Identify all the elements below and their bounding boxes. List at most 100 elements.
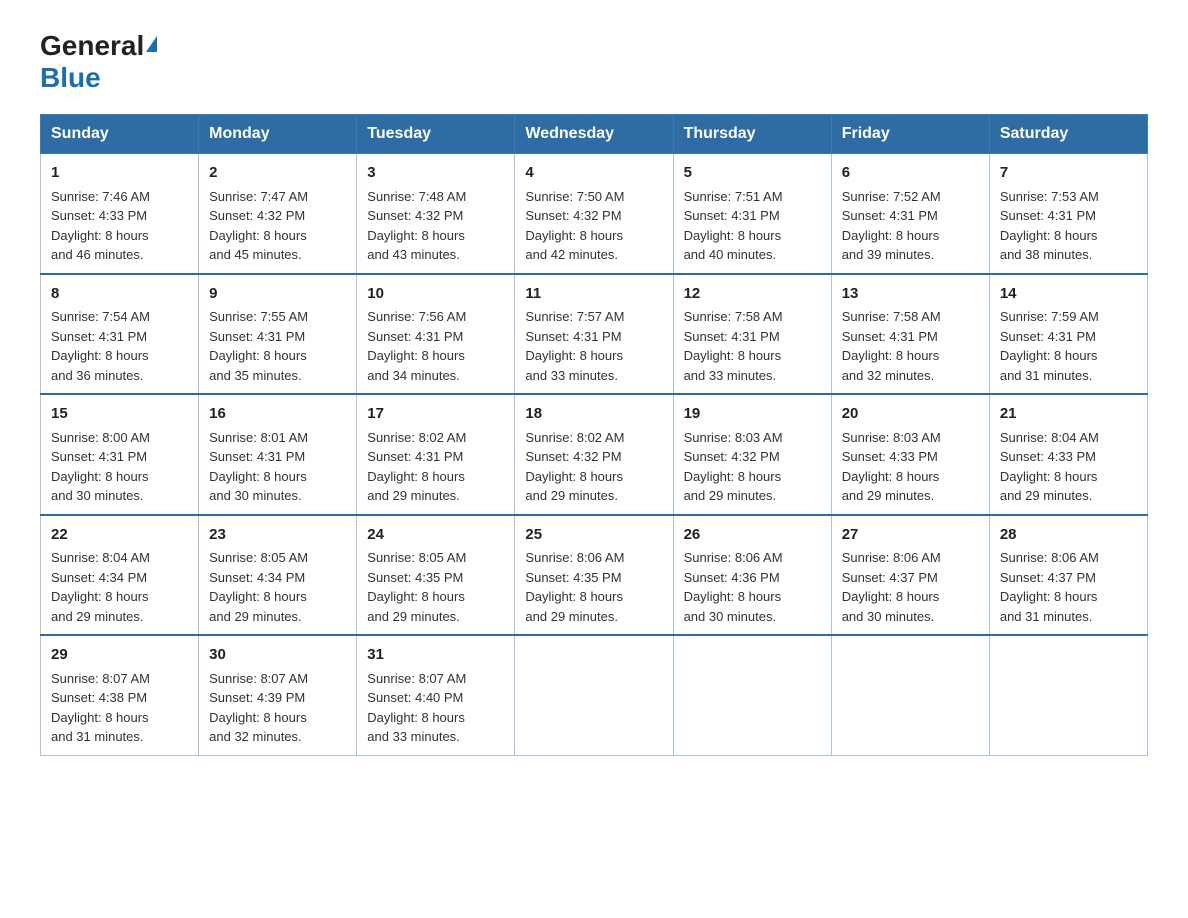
day-info: Sunrise: 7:47 AMSunset: 4:32 PMDaylight:… xyxy=(209,189,308,263)
calendar-cell: 24 Sunrise: 8:05 AMSunset: 4:35 PMDaylig… xyxy=(357,515,515,636)
day-number: 21 xyxy=(1000,403,1137,426)
day-info: Sunrise: 8:03 AMSunset: 4:33 PMDaylight:… xyxy=(842,430,941,504)
day-number: 28 xyxy=(1000,524,1137,547)
day-number: 18 xyxy=(525,403,662,426)
calendar-cell: 4 Sunrise: 7:50 AMSunset: 4:32 PMDayligh… xyxy=(515,154,673,274)
day-number: 20 xyxy=(842,403,979,426)
day-number: 25 xyxy=(525,524,662,547)
calendar-cell: 30 Sunrise: 8:07 AMSunset: 4:39 PMDaylig… xyxy=(199,635,357,755)
day-number: 16 xyxy=(209,403,346,426)
calendar-cell: 7 Sunrise: 7:53 AMSunset: 4:31 PMDayligh… xyxy=(989,154,1147,274)
calendar-cell: 28 Sunrise: 8:06 AMSunset: 4:37 PMDaylig… xyxy=(989,515,1147,636)
day-number: 24 xyxy=(367,524,504,547)
day-info: Sunrise: 7:58 AMSunset: 4:31 PMDaylight:… xyxy=(684,309,783,383)
day-info: Sunrise: 8:06 AMSunset: 4:36 PMDaylight:… xyxy=(684,550,783,624)
calendar-cell: 31 Sunrise: 8:07 AMSunset: 4:40 PMDaylig… xyxy=(357,635,515,755)
day-info: Sunrise: 8:04 AMSunset: 4:33 PMDaylight:… xyxy=(1000,430,1099,504)
calendar-cell: 8 Sunrise: 7:54 AMSunset: 4:31 PMDayligh… xyxy=(41,274,199,395)
day-number: 8 xyxy=(51,283,188,306)
calendar-cell: 6 Sunrise: 7:52 AMSunset: 4:31 PMDayligh… xyxy=(831,154,989,274)
calendar-cell: 15 Sunrise: 8:00 AMSunset: 4:31 PMDaylig… xyxy=(41,394,199,515)
calendar-cell xyxy=(673,635,831,755)
calendar-cell: 10 Sunrise: 7:56 AMSunset: 4:31 PMDaylig… xyxy=(357,274,515,395)
day-number: 14 xyxy=(1000,283,1137,306)
day-number: 2 xyxy=(209,162,346,185)
day-number: 22 xyxy=(51,524,188,547)
day-number: 5 xyxy=(684,162,821,185)
weekday-header-saturday: Saturday xyxy=(989,115,1147,154)
calendar-cell: 12 Sunrise: 7:58 AMSunset: 4:31 PMDaylig… xyxy=(673,274,831,395)
page-header: General Blue xyxy=(40,30,1148,94)
calendar-cell: 14 Sunrise: 7:59 AMSunset: 4:31 PMDaylig… xyxy=(989,274,1147,395)
logo-blue-text: Blue xyxy=(40,62,101,93)
day-number: 30 xyxy=(209,644,346,667)
day-info: Sunrise: 7:46 AMSunset: 4:33 PMDaylight:… xyxy=(51,189,150,263)
day-info: Sunrise: 7:56 AMSunset: 4:31 PMDaylight:… xyxy=(367,309,466,383)
day-number: 13 xyxy=(842,283,979,306)
calendar-week-row: 8 Sunrise: 7:54 AMSunset: 4:31 PMDayligh… xyxy=(41,274,1148,395)
calendar-week-row: 22 Sunrise: 8:04 AMSunset: 4:34 PMDaylig… xyxy=(41,515,1148,636)
calendar-cell: 13 Sunrise: 7:58 AMSunset: 4:31 PMDaylig… xyxy=(831,274,989,395)
logo: General Blue xyxy=(40,30,157,94)
calendar-cell: 11 Sunrise: 7:57 AMSunset: 4:31 PMDaylig… xyxy=(515,274,673,395)
day-info: Sunrise: 7:51 AMSunset: 4:31 PMDaylight:… xyxy=(684,189,783,263)
day-info: Sunrise: 7:59 AMSunset: 4:31 PMDaylight:… xyxy=(1000,309,1099,383)
day-number: 17 xyxy=(367,403,504,426)
day-number: 1 xyxy=(51,162,188,185)
calendar-cell: 1 Sunrise: 7:46 AMSunset: 4:33 PMDayligh… xyxy=(41,154,199,274)
day-number: 27 xyxy=(842,524,979,547)
day-info: Sunrise: 7:54 AMSunset: 4:31 PMDaylight:… xyxy=(51,309,150,383)
weekday-header-tuesday: Tuesday xyxy=(357,115,515,154)
day-number: 10 xyxy=(367,283,504,306)
day-info: Sunrise: 7:53 AMSunset: 4:31 PMDaylight:… xyxy=(1000,189,1099,263)
day-number: 3 xyxy=(367,162,504,185)
day-info: Sunrise: 7:55 AMSunset: 4:31 PMDaylight:… xyxy=(209,309,308,383)
logo-general-text: General xyxy=(40,30,144,62)
day-info: Sunrise: 8:06 AMSunset: 4:37 PMDaylight:… xyxy=(1000,550,1099,624)
day-number: 9 xyxy=(209,283,346,306)
weekday-header-thursday: Thursday xyxy=(673,115,831,154)
day-number: 15 xyxy=(51,403,188,426)
day-info: Sunrise: 8:06 AMSunset: 4:37 PMDaylight:… xyxy=(842,550,941,624)
weekday-header-wednesday: Wednesday xyxy=(515,115,673,154)
day-info: Sunrise: 8:07 AMSunset: 4:40 PMDaylight:… xyxy=(367,671,466,745)
day-info: Sunrise: 8:05 AMSunset: 4:35 PMDaylight:… xyxy=(367,550,466,624)
day-number: 6 xyxy=(842,162,979,185)
calendar-week-row: 29 Sunrise: 8:07 AMSunset: 4:38 PMDaylig… xyxy=(41,635,1148,755)
day-number: 26 xyxy=(684,524,821,547)
calendar-cell: 25 Sunrise: 8:06 AMSunset: 4:35 PMDaylig… xyxy=(515,515,673,636)
calendar-cell: 26 Sunrise: 8:06 AMSunset: 4:36 PMDaylig… xyxy=(673,515,831,636)
day-info: Sunrise: 8:01 AMSunset: 4:31 PMDaylight:… xyxy=(209,430,308,504)
calendar-cell xyxy=(989,635,1147,755)
day-info: Sunrise: 8:05 AMSunset: 4:34 PMDaylight:… xyxy=(209,550,308,624)
day-info: Sunrise: 8:06 AMSunset: 4:35 PMDaylight:… xyxy=(525,550,624,624)
day-number: 19 xyxy=(684,403,821,426)
weekday-header-sunday: Sunday xyxy=(41,115,199,154)
day-info: Sunrise: 8:02 AMSunset: 4:32 PMDaylight:… xyxy=(525,430,624,504)
calendar-cell: 3 Sunrise: 7:48 AMSunset: 4:32 PMDayligh… xyxy=(357,154,515,274)
day-number: 29 xyxy=(51,644,188,667)
calendar-cell xyxy=(515,635,673,755)
calendar-week-row: 1 Sunrise: 7:46 AMSunset: 4:33 PMDayligh… xyxy=(41,154,1148,274)
day-info: Sunrise: 7:48 AMSunset: 4:32 PMDaylight:… xyxy=(367,189,466,263)
day-info: Sunrise: 7:50 AMSunset: 4:32 PMDaylight:… xyxy=(525,189,624,263)
day-info: Sunrise: 8:07 AMSunset: 4:38 PMDaylight:… xyxy=(51,671,150,745)
day-number: 4 xyxy=(525,162,662,185)
calendar-cell: 18 Sunrise: 8:02 AMSunset: 4:32 PMDaylig… xyxy=(515,394,673,515)
weekday-header-monday: Monday xyxy=(199,115,357,154)
day-number: 23 xyxy=(209,524,346,547)
weekday-header-friday: Friday xyxy=(831,115,989,154)
calendar-cell: 29 Sunrise: 8:07 AMSunset: 4:38 PMDaylig… xyxy=(41,635,199,755)
day-info: Sunrise: 7:57 AMSunset: 4:31 PMDaylight:… xyxy=(525,309,624,383)
day-number: 11 xyxy=(525,283,662,306)
calendar-cell: 5 Sunrise: 7:51 AMSunset: 4:31 PMDayligh… xyxy=(673,154,831,274)
day-info: Sunrise: 8:02 AMSunset: 4:31 PMDaylight:… xyxy=(367,430,466,504)
calendar-cell: 23 Sunrise: 8:05 AMSunset: 4:34 PMDaylig… xyxy=(199,515,357,636)
calendar-cell xyxy=(831,635,989,755)
day-info: Sunrise: 7:52 AMSunset: 4:31 PMDaylight:… xyxy=(842,189,941,263)
calendar-cell: 9 Sunrise: 7:55 AMSunset: 4:31 PMDayligh… xyxy=(199,274,357,395)
calendar-cell: 22 Sunrise: 8:04 AMSunset: 4:34 PMDaylig… xyxy=(41,515,199,636)
day-info: Sunrise: 8:07 AMSunset: 4:39 PMDaylight:… xyxy=(209,671,308,745)
logo-triangle-icon xyxy=(146,36,157,52)
calendar-cell: 17 Sunrise: 8:02 AMSunset: 4:31 PMDaylig… xyxy=(357,394,515,515)
